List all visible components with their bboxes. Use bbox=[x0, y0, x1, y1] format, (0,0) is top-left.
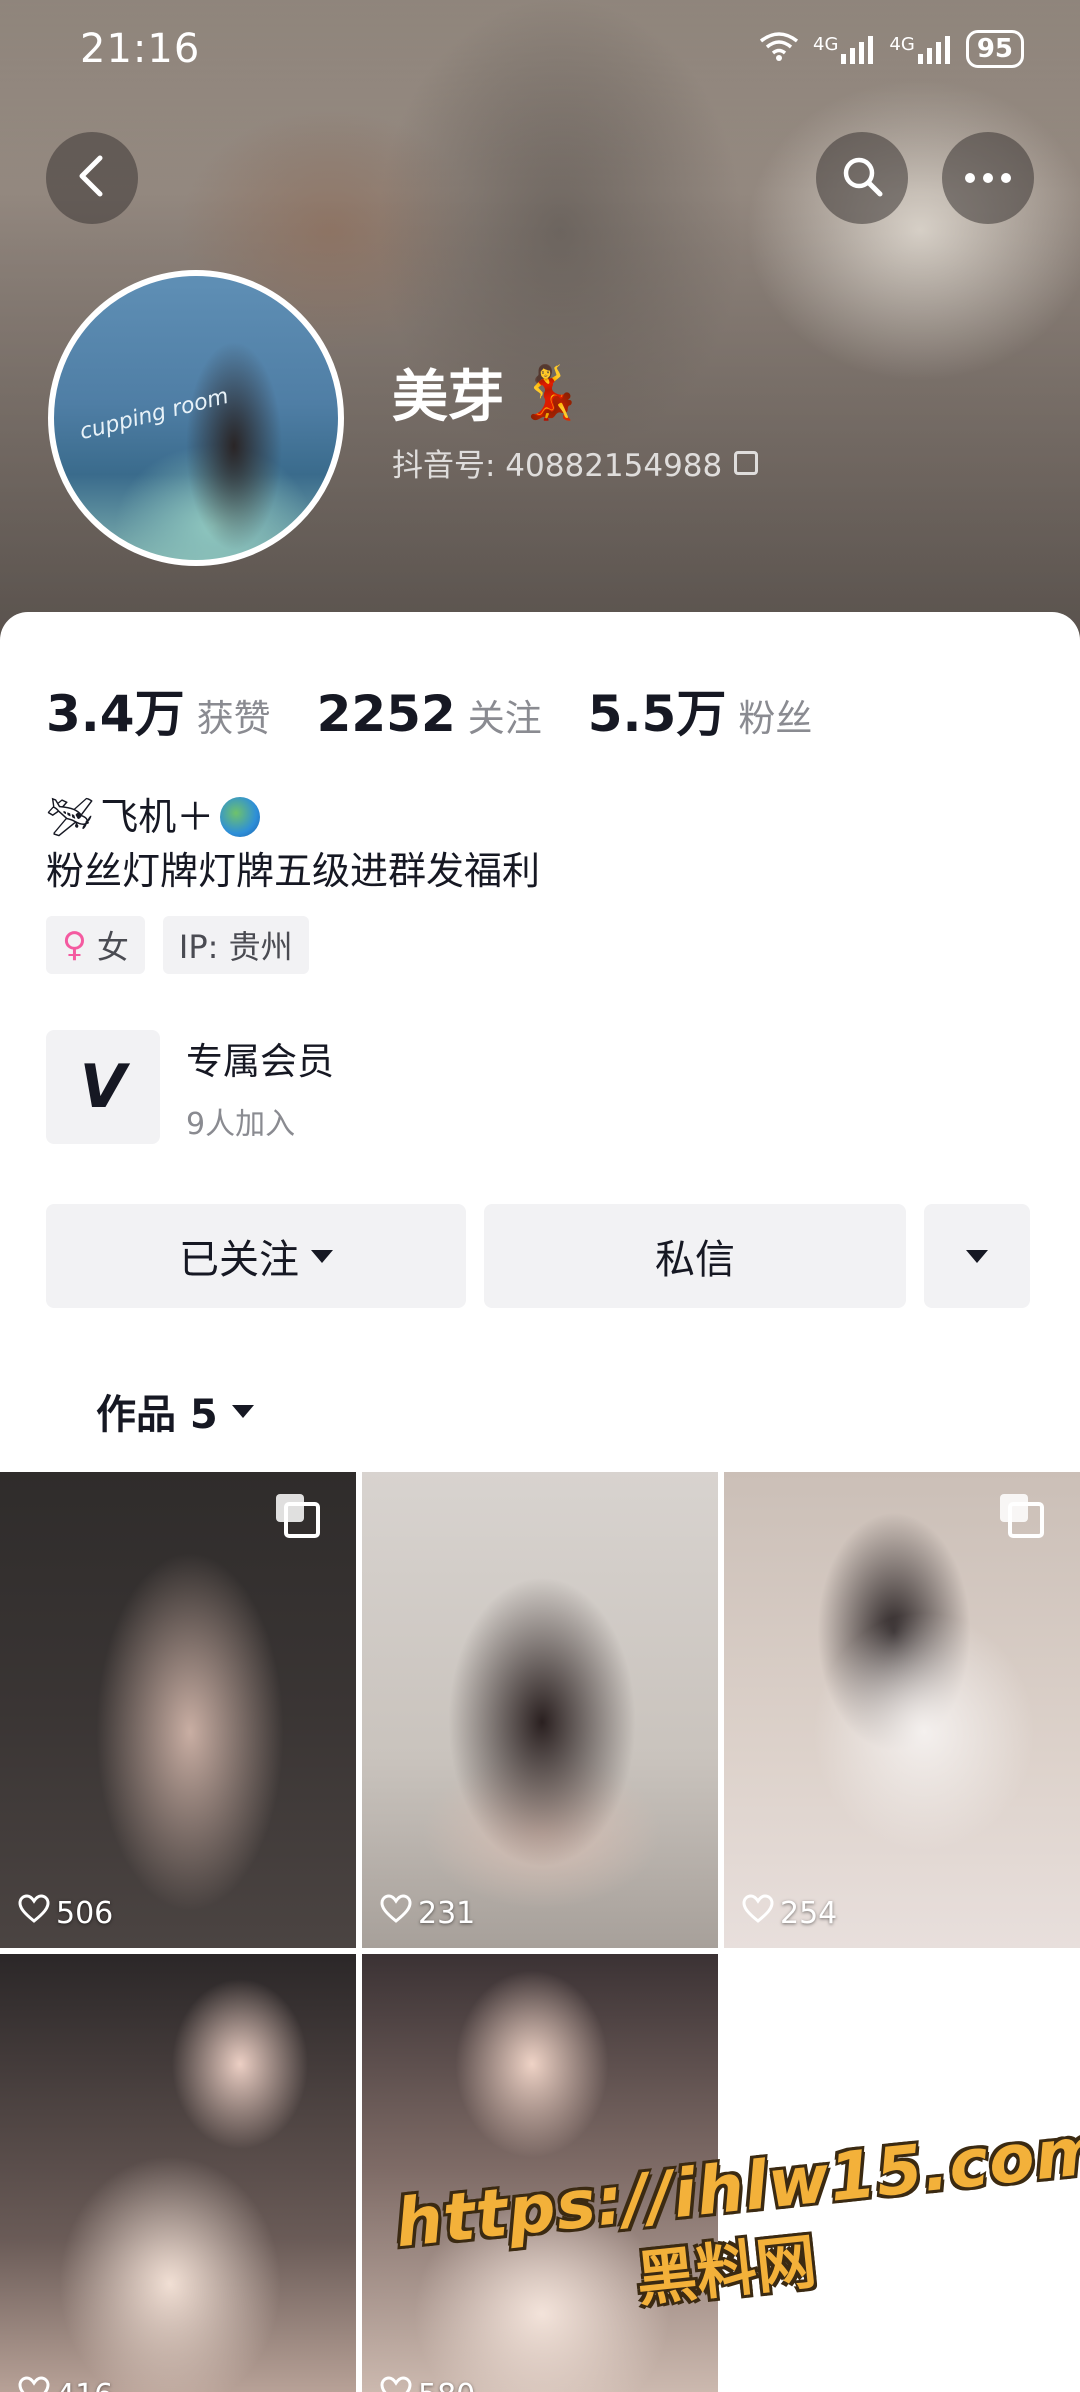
recommend-dropdown-button[interactable] bbox=[924, 1204, 1030, 1308]
post-likes: 580 bbox=[380, 2376, 475, 2392]
douyin-id-text: 抖音号: 40882154988 bbox=[392, 448, 723, 484]
stat-value: 5.5万 bbox=[587, 685, 727, 743]
heart-icon bbox=[18, 1894, 50, 1932]
bio-line-1: 🛩 飞机＋ bbox=[46, 790, 540, 844]
status-bar: 21:16 4G 4G 95 bbox=[0, 0, 1080, 100]
like-count: 231 bbox=[418, 1895, 476, 1931]
action-buttons: 已关注 私信 bbox=[46, 1204, 1030, 1308]
stat-following[interactable]: 2252 关注 bbox=[317, 685, 542, 743]
post-thumbnail[interactable]: 416 bbox=[0, 1954, 356, 2392]
ip-location-text: IP: 贵州 bbox=[178, 928, 293, 966]
stat-label: 粉丝 bbox=[738, 697, 813, 740]
douyin-id[interactable]: 抖音号: 40882154988 bbox=[392, 440, 759, 485]
multi-image-icon bbox=[1000, 1494, 1044, 1538]
multi-image-icon bbox=[276, 1494, 320, 1538]
stat-value: 3.4万 bbox=[46, 685, 185, 743]
post-thumbnail[interactable]: 231 bbox=[362, 1472, 718, 1948]
heart-icon bbox=[380, 1894, 412, 1932]
message-label: 私信 bbox=[655, 1237, 735, 1283]
post-thumbnail[interactable]: 506 bbox=[0, 1472, 356, 1948]
membership-title: 专属会员 bbox=[186, 1040, 334, 1083]
back-button[interactable] bbox=[46, 132, 138, 224]
following-button[interactable]: 已关注 bbox=[46, 1204, 466, 1308]
works-tab-label: 作品 5 bbox=[96, 1392, 218, 1438]
following-label: 已关注 bbox=[179, 1237, 299, 1283]
heart-icon bbox=[380, 2376, 412, 2392]
post-thumbnail[interactable]: 254 bbox=[724, 1472, 1080, 1948]
membership-v-icon: V bbox=[46, 1030, 160, 1144]
search-icon bbox=[840, 154, 884, 202]
stat-label: 关注 bbox=[467, 697, 542, 740]
nickname-text: 美芽 bbox=[392, 365, 504, 430]
more-options-button[interactable] bbox=[942, 132, 1034, 224]
heart-icon bbox=[18, 2376, 50, 2392]
chevron-left-icon bbox=[74, 154, 110, 202]
exclusive-membership[interactable]: V 专属会员 9人加入 bbox=[46, 1030, 334, 1144]
dancer-emoji-icon: 💃 bbox=[518, 363, 583, 423]
signal-icon-2: 4G bbox=[889, 34, 951, 64]
like-count: 416 bbox=[56, 2378, 113, 2392]
like-count: 580 bbox=[418, 2378, 475, 2392]
like-count: 506 bbox=[56, 1895, 114, 1931]
stat-likes[interactable]: 3.4万 获赞 bbox=[46, 674, 271, 746]
airplane-icon: 🛩 bbox=[46, 795, 95, 839]
stats-row: 3.4万 获赞 2252 关注 5.5万 粉丝 bbox=[46, 674, 858, 746]
search-button[interactable] bbox=[816, 132, 908, 224]
caret-down-icon bbox=[966, 1249, 988, 1263]
bio-line-1-text: 飞机＋ bbox=[100, 795, 215, 839]
post-likes: 506 bbox=[18, 1894, 113, 1932]
globe-icon bbox=[220, 797, 261, 837]
membership-text: 专属会员 9人加入 bbox=[186, 1031, 334, 1143]
network-type-2: 4G bbox=[889, 34, 915, 55]
post-likes: 416 bbox=[18, 2376, 113, 2392]
like-count: 254 bbox=[780, 1895, 838, 1931]
avatar-caption: cupping room bbox=[77, 383, 232, 446]
gender-text: 女 bbox=[96, 928, 129, 966]
gender-tag: ♀ 女 bbox=[46, 916, 145, 974]
bio: 🛩 飞机＋ 粉丝灯牌灯牌五级进群发福利 bbox=[46, 790, 540, 898]
signal-icon-1: 4G bbox=[813, 34, 875, 64]
post-likes: 231 bbox=[380, 1894, 475, 1932]
stat-followers[interactable]: 5.5万 粉丝 bbox=[588, 674, 813, 746]
tab-works[interactable]: 作品 5 bbox=[96, 1382, 254, 1440]
membership-subtitle: 9人加入 bbox=[186, 1107, 296, 1142]
female-icon: ♀ bbox=[62, 925, 87, 965]
status-icons: 4G 4G 95 bbox=[759, 30, 1024, 68]
ip-location-tag: IP: 贵州 bbox=[162, 916, 309, 974]
stat-label: 获赞 bbox=[196, 697, 271, 740]
heart-icon bbox=[742, 1894, 774, 1932]
network-type-1: 4G bbox=[813, 34, 839, 55]
nickname: 美芽 💃 bbox=[392, 352, 583, 433]
message-button[interactable]: 私信 bbox=[484, 1204, 906, 1308]
profile-tags: ♀ 女 IP: 贵州 bbox=[46, 916, 309, 974]
profile-info-panel: 3.4万 获赞 2252 关注 5.5万 粉丝 🛩 飞机＋ 粉丝灯牌灯牌五级进群… bbox=[0, 612, 1080, 1472]
caret-down-icon bbox=[231, 1404, 254, 1418]
copy-icon[interactable] bbox=[734, 450, 759, 475]
stat-value: 2252 bbox=[316, 685, 456, 743]
post-likes: 254 bbox=[742, 1894, 837, 1932]
status-time: 21:16 bbox=[80, 26, 201, 72]
caret-down-icon bbox=[311, 1249, 333, 1263]
bio-line-2: 粉丝灯牌灯牌五级进群发福利 bbox=[46, 849, 541, 893]
wifi-icon bbox=[759, 31, 799, 67]
avatar[interactable]: cupping room bbox=[48, 270, 344, 566]
battery-indicator: 95 bbox=[965, 30, 1024, 68]
more-dots-icon bbox=[964, 169, 1012, 188]
